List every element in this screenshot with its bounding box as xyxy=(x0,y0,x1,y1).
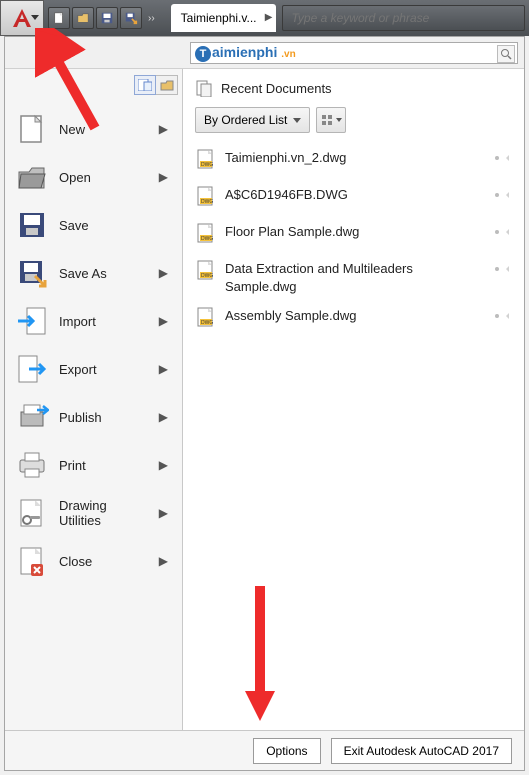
recent-documents-list: DWG Taimienphi.vn_2.dwg DWG A$C6D1946FB.DWG… xyxy=(183,139,524,348)
qat-overflow-chevron[interactable]: ›› xyxy=(142,13,161,24)
chevron-right-icon: ▶ xyxy=(159,122,172,136)
menu-close[interactable]: Close ▶ xyxy=(9,537,178,585)
menu-publish[interactable]: Publish ▶ xyxy=(9,393,178,441)
menu-import[interactable]: Import ▶ xyxy=(9,297,178,345)
print-icon xyxy=(15,448,49,482)
chevron-right-icon: ▶ xyxy=(159,170,172,184)
document-tab-label: Taimienphi.v... xyxy=(181,11,257,25)
menu-close-label: Close xyxy=(59,554,149,569)
tab-chevron-icon: ▶ xyxy=(265,12,273,23)
menu-export-label: Export xyxy=(59,362,149,377)
menu-left-column: New ▶ Open ▶ Save Save As ▶ Import ▶ xyxy=(5,69,183,730)
chevron-right-icon: ▶ xyxy=(159,266,172,280)
menu-save-label: Save xyxy=(59,218,172,233)
import-icon xyxy=(15,304,49,338)
pin-icon[interactable] xyxy=(494,186,512,207)
dwg-file-icon: DWG xyxy=(197,307,215,332)
publish-icon xyxy=(15,400,49,434)
export-icon xyxy=(15,352,49,386)
svg-text:DWG: DWG xyxy=(201,320,213,326)
chevron-down-icon xyxy=(293,118,301,123)
menu-open-label: Open xyxy=(59,170,149,185)
options-button[interactable]: Options xyxy=(253,738,320,764)
chevron-right-icon: ▶ xyxy=(159,314,172,328)
menu-open[interactable]: Open ▶ xyxy=(9,153,178,201)
thumbnail-icon xyxy=(321,114,333,126)
recent-doc-name: Data Extraction and Multileaders Sample.… xyxy=(225,260,484,295)
dwg-file-icon: DWG xyxy=(197,223,215,248)
open-docs-view-button[interactable] xyxy=(156,75,178,95)
menu-drawing-utilities-label: Drawing Utilities xyxy=(59,498,149,528)
drawing-utilities-icon xyxy=(15,496,49,530)
recent-documents-heading: Recent Documents xyxy=(221,81,332,96)
panel-search-input[interactable]: Taimienphi .vn xyxy=(190,42,518,64)
qat-open-button[interactable] xyxy=(72,7,94,29)
panel-search-bar: Taimienphi .vn xyxy=(5,37,524,69)
menu-print-label: Print xyxy=(59,458,149,473)
document-tab[interactable]: Taimienphi.v... ▶ xyxy=(171,4,277,32)
recent-doc-name: A$C6D1946FB.DWG xyxy=(225,186,484,204)
menu-save[interactable]: Save xyxy=(9,201,178,249)
close-icon xyxy=(15,544,49,578)
menu-publish-label: Publish xyxy=(59,410,149,425)
menu-drawing-utilities[interactable]: Drawing Utilities ▶ xyxy=(9,489,178,537)
dwg-file-icon: DWG xyxy=(197,186,215,211)
exit-button[interactable]: Exit Autodesk AutoCAD 2017 xyxy=(331,738,512,764)
recent-doc-row[interactable]: DWG Floor Plan Sample.dwg xyxy=(195,217,514,254)
recent-doc-row[interactable]: DWG Taimienphi.vn_2.dwg xyxy=(195,143,514,180)
recent-doc-row[interactable]: DWG A$C6D1946FB.DWG xyxy=(195,180,514,217)
new-icon xyxy=(15,112,49,146)
chevron-right-icon: ▶ xyxy=(159,554,172,568)
pin-icon[interactable] xyxy=(494,307,512,328)
watermark-text: Taimienphi .vn xyxy=(195,44,296,62)
save-icon xyxy=(15,208,49,242)
svg-text:DWG: DWG xyxy=(201,162,213,168)
menu-save-as[interactable]: Save As ▶ xyxy=(9,249,178,297)
pin-icon[interactable] xyxy=(494,260,512,281)
svg-text:DWG: DWG xyxy=(201,273,213,279)
application-menu-button[interactable] xyxy=(0,0,44,36)
menu-view-toggle xyxy=(9,75,178,95)
recent-doc-row[interactable]: DWG Data Extraction and Multileaders Samp… xyxy=(195,254,514,301)
chevron-right-icon: ▶ xyxy=(159,506,172,520)
dwg-file-icon: DWG xyxy=(197,149,215,174)
qat-new-button[interactable] xyxy=(48,7,70,29)
menu-export[interactable]: Export ▶ xyxy=(9,345,178,393)
thumbnail-size-dropdown[interactable] xyxy=(316,107,346,133)
save-as-icon xyxy=(15,256,49,290)
search-icon[interactable] xyxy=(497,45,515,63)
chevron-right-icon: ▶ xyxy=(159,458,172,472)
chevron-down-icon xyxy=(336,118,342,122)
recent-doc-name: Assembly Sample.dwg xyxy=(225,307,484,325)
chevron-right-icon: ▶ xyxy=(159,410,172,424)
qat-saveas-button[interactable] xyxy=(120,7,142,29)
pin-icon[interactable] xyxy=(494,223,512,244)
menu-save-as-label: Save As xyxy=(59,266,149,281)
titlebar: ›› Taimienphi.v... ▶ xyxy=(0,0,529,36)
recent-documents-pane: Recent Documents By Ordered List DWG Taim… xyxy=(183,69,524,730)
svg-text:DWG: DWG xyxy=(201,236,213,242)
menu-new-label: New xyxy=(59,122,149,137)
infocenter-search-input[interactable] xyxy=(282,5,525,31)
recent-doc-name: Floor Plan Sample.dwg xyxy=(225,223,484,241)
application-menu-panel: Taimienphi .vn New ▶ Open ▶ xyxy=(4,36,525,771)
menu-import-label: Import xyxy=(59,314,149,329)
recent-doc-name: Taimienphi.vn_2.dwg xyxy=(225,149,484,167)
sort-dropdown-label: By Ordered List xyxy=(204,113,287,127)
svg-text:DWG: DWG xyxy=(201,199,213,205)
recent-docs-view-button[interactable] xyxy=(134,75,156,95)
pin-icon[interactable] xyxy=(494,149,512,170)
recent-doc-row[interactable]: DWG Assembly Sample.dwg xyxy=(195,301,514,338)
menu-print[interactable]: Print ▶ xyxy=(9,441,178,489)
dwg-file-icon: DWG xyxy=(197,260,215,285)
recent-documents-icon xyxy=(195,79,213,97)
open-icon xyxy=(15,160,49,194)
chevron-right-icon: ▶ xyxy=(159,362,172,376)
sort-dropdown[interactable]: By Ordered List xyxy=(195,107,310,133)
panel-footer: Options Exit Autodesk AutoCAD 2017 xyxy=(5,730,524,770)
quick-access-toolbar xyxy=(48,7,142,29)
menu-new[interactable]: New ▶ xyxy=(9,105,178,153)
qat-save-button[interactable] xyxy=(96,7,118,29)
